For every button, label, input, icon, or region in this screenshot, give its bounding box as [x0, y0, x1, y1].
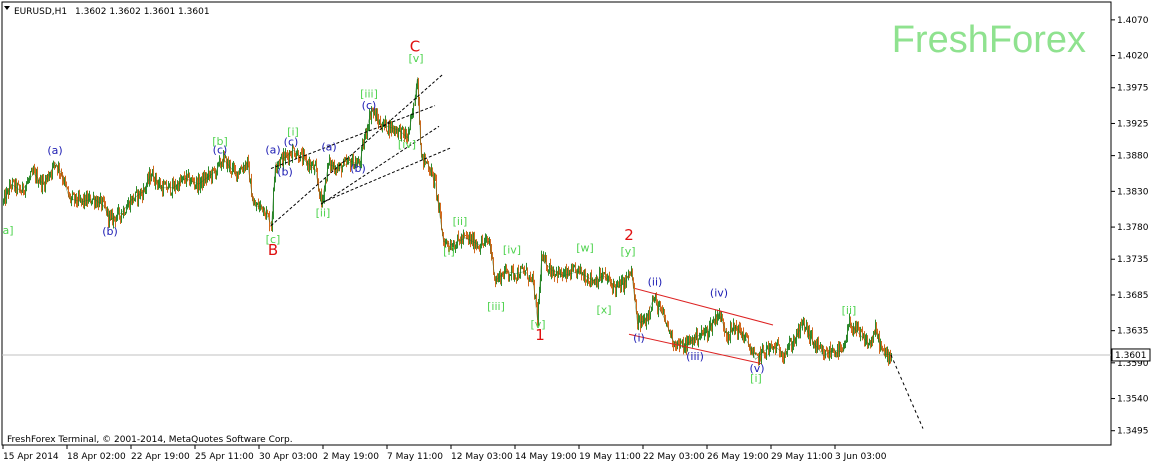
wave-label: [iii] — [487, 300, 505, 313]
wave-label: 1 — [535, 326, 545, 344]
y-tick-label: 1.3685 — [1117, 291, 1149, 301]
x-tick-label: 15 Apr 2014 — [3, 452, 59, 462]
x-tick-label: 30 Apr 03:00 — [259, 452, 318, 462]
y-tick-label: 1.3540 — [1117, 395, 1149, 405]
y-tick-label: 1.4070 — [1117, 16, 1149, 26]
wave-label: (b) — [102, 225, 118, 238]
wave-label: [x] — [596, 304, 611, 317]
brand-watermark: FreshForex — [892, 19, 1086, 61]
x-tick-label: 22 May 03:00 — [643, 452, 705, 462]
wave-label: [w] — [576, 241, 594, 254]
chart-window[interactable]: EURUSD,H1 1.3602 1.3602 1.3601 1.3601 Fr… — [0, 0, 1152, 464]
wave-label: (b) — [277, 166, 293, 179]
wave-label: 2 — [624, 226, 634, 244]
wave-label: (a) — [265, 143, 280, 156]
wave-label: (ii) — [648, 276, 663, 289]
wave-label: (i) — [633, 331, 645, 344]
y-tick-label: 1.3495 — [1117, 427, 1149, 437]
y-tick-label: 1.3880 — [1117, 152, 1149, 162]
ohlc-values: 1.3602 1.3602 1.3601 1.3601 — [75, 7, 210, 17]
wave-label: (b) — [350, 162, 366, 175]
wave-label: [iv] — [503, 244, 521, 257]
wave-label: [ii] — [453, 215, 468, 228]
chart-header: EURUSD,H1 1.3602 1.3602 1.3601 1.3601 — [14, 7, 210, 17]
wave-label: (a) — [47, 144, 62, 157]
wave-label: [i] — [443, 245, 455, 258]
y-tick-label: 1.3780 — [1117, 223, 1149, 233]
y-tick-label: 1.3830 — [1117, 187, 1149, 197]
wave-label: [ii] — [316, 206, 331, 219]
x-tick-label: 18 Apr 02:00 — [67, 452, 126, 462]
wave-label: (c) — [284, 136, 299, 149]
copyright-footer: FreshForex Terminal, © 2001-2014, MetaQu… — [7, 435, 293, 445]
y-tick-label: 1.3635 — [1117, 327, 1149, 337]
wave-label: [ii] — [842, 304, 857, 317]
wave-label: a] — [2, 224, 13, 237]
wave-label: (c) — [362, 99, 377, 112]
y-tick-label: 1.4020 — [1117, 52, 1149, 62]
y-tick-label: 1.3975 — [1117, 84, 1149, 94]
wave-label: (iv) — [710, 286, 728, 299]
x-tick-label: 7 May 11:00 — [387, 452, 443, 462]
x-tick-label: 19 May 11:00 — [579, 452, 641, 462]
x-tick-label: 3 Jun 03:00 — [835, 452, 887, 462]
current-price-value: 1.3601 — [1115, 351, 1147, 361]
y-tick-label: 1.3925 — [1117, 119, 1149, 129]
wave-label: B — [268, 241, 278, 259]
wave-label: [y] — [620, 245, 635, 258]
wave-label: [i] — [750, 372, 762, 385]
wave-label: (iii) — [686, 350, 704, 363]
x-tick-label: 25 Apr 11:00 — [195, 452, 254, 462]
x-tick-label: 22 Apr 19:00 — [131, 452, 190, 462]
symbol-timeframe: EURUSD,H1 — [14, 7, 67, 17]
x-tick-label: 14 May 19:00 — [515, 452, 577, 462]
x-tick-label: 26 May 19:00 — [707, 452, 769, 462]
wave-label: [iv] — [398, 138, 416, 151]
x-tick-label: 2 May 19:00 — [323, 452, 379, 462]
x-tick-label: 12 May 03:00 — [451, 452, 513, 462]
wave-label: (a) — [321, 141, 336, 154]
y-tick-label: 1.3735 — [1117, 255, 1149, 265]
x-tick-label: 29 May 11:00 — [771, 452, 833, 462]
wave-label: [v] — [408, 52, 423, 65]
plot-area — [1, 1, 1112, 446]
wave-label: (c) — [213, 143, 228, 156]
